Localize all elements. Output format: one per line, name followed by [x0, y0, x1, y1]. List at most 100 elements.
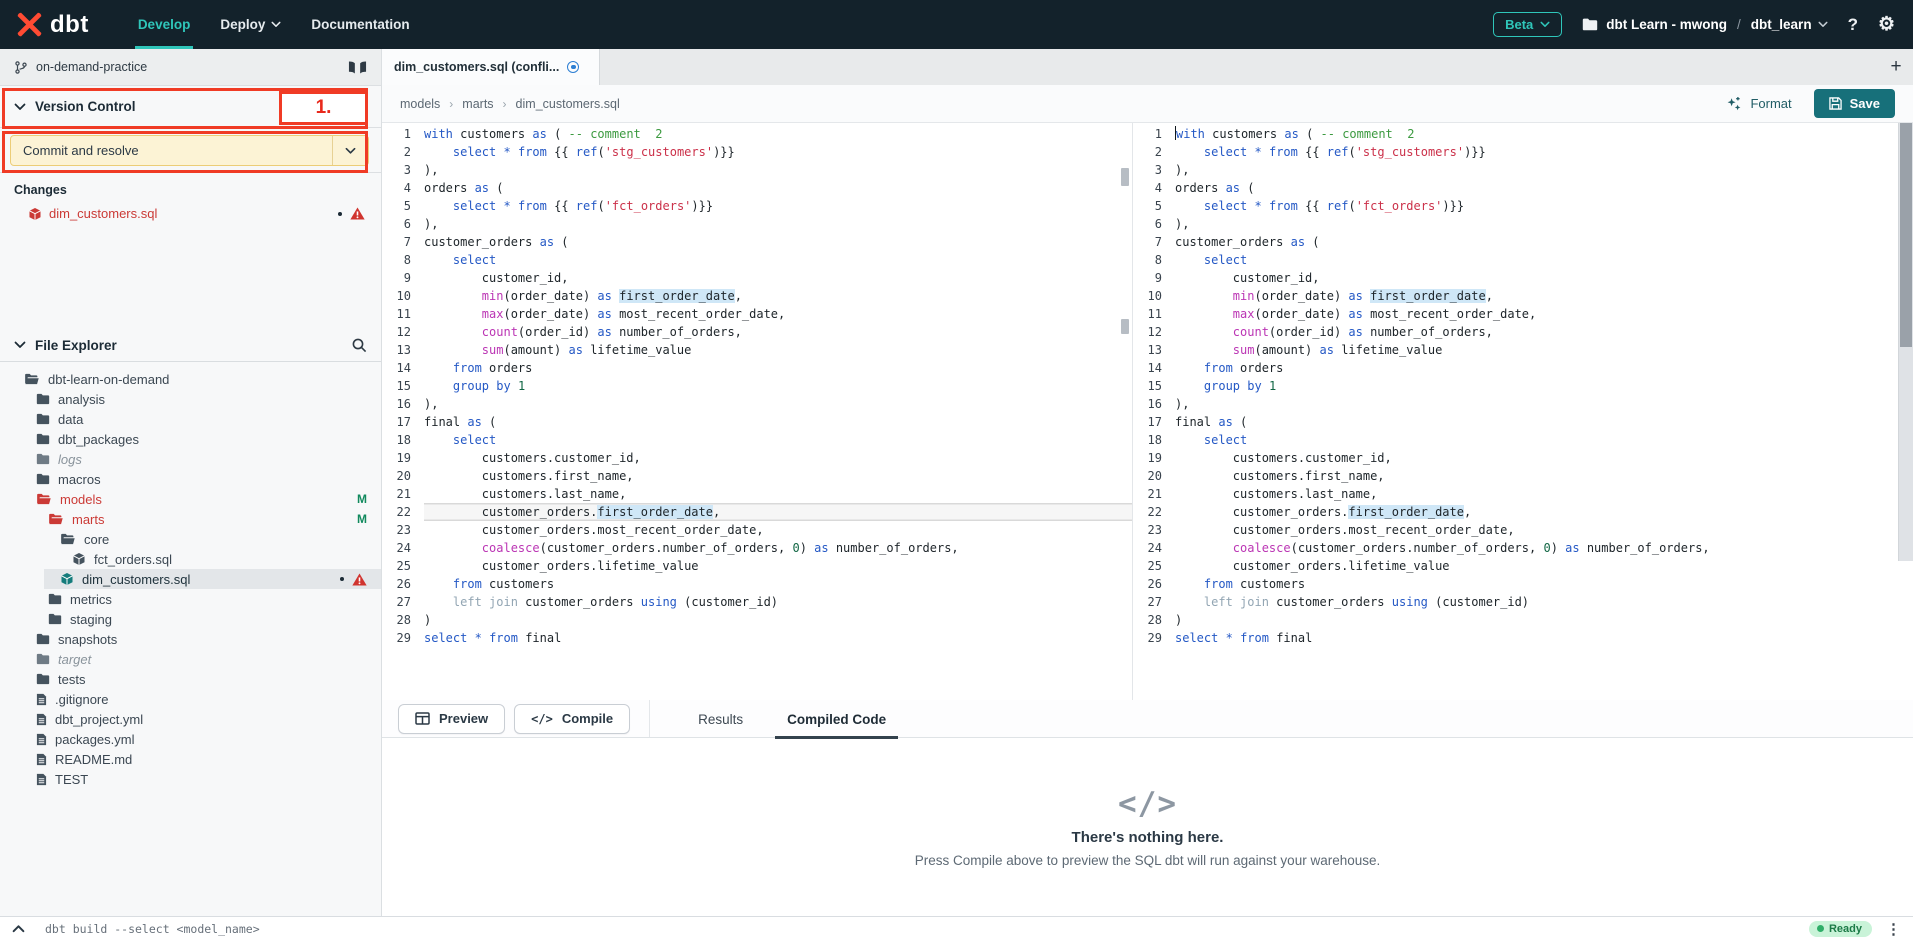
tree-item-core[interactable]: core	[0, 529, 381, 549]
breadcrumb-segment[interactable]: marts	[462, 97, 493, 111]
line-number: 3	[1133, 161, 1175, 179]
code-line: 11 max(order_date) as most_recent_order_…	[1133, 305, 1913, 323]
tree-item-label: macros	[58, 472, 101, 487]
tree-item-dim-customers-sql[interactable]: dim_customers.sql	[0, 569, 381, 589]
nav-deploy[interactable]: Deploy	[205, 0, 296, 49]
scrollbar-right[interactable]	[1898, 123, 1913, 561]
preview-button[interactable]: Preview	[398, 704, 505, 734]
overflow-menu-icon[interactable]: ⋮	[1886, 920, 1901, 938]
line-number: 15	[382, 377, 424, 395]
chevron-up-icon[interactable]	[12, 924, 25, 933]
search-icon[interactable]	[351, 337, 367, 353]
cli-command-input[interactable]: dbt build --select <model_name>	[45, 922, 260, 936]
tree-item-target[interactable]: target	[0, 649, 381, 669]
dbt-logo[interactable]: dbt	[16, 11, 89, 39]
chevron-right-icon: ›	[503, 97, 507, 111]
sidebar-splitter[interactable]	[0, 221, 381, 329]
settings-gear-icon[interactable]: ⚙	[1878, 13, 1895, 36]
compile-button[interactable]: </> Compile	[514, 704, 630, 734]
folder-icon	[1582, 18, 1598, 31]
tree-item--gitignore[interactable]: .gitignore	[0, 689, 381, 709]
tree-item-test[interactable]: TEST	[0, 769, 381, 789]
docs-book-icon[interactable]	[348, 60, 367, 75]
folder-icon	[36, 413, 50, 425]
branch-name[interactable]: on-demand-practice	[36, 60, 147, 74]
line-number: 12	[382, 323, 424, 341]
folder-open-icon	[60, 533, 76, 545]
account-name[interactable]: dbt Learn - mwong	[1606, 17, 1727, 32]
beta-dropdown[interactable]: Beta	[1493, 12, 1562, 37]
code-line: 17final as (	[382, 413, 1132, 431]
tree-item-packages-yml[interactable]: packages.yml	[0, 729, 381, 749]
code-line: 1with customers as ( -- comment 2	[382, 125, 1132, 143]
format-button[interactable]: Format	[1726, 96, 1791, 112]
navbar-right: Beta dbt Learn - mwong / dbt_learn ? ⚙	[1493, 12, 1895, 37]
code-line: 4orders as (	[382, 179, 1132, 197]
line-number: 16	[1133, 395, 1175, 413]
code-editor-right[interactable]: 1with customers as ( -- comment 22 selec…	[1133, 123, 1913, 700]
code-line: 7customer_orders as (	[1133, 233, 1913, 251]
tree-item-fct-orders-sql[interactable]: fct_orders.sql	[0, 549, 381, 569]
tree-item-analysis[interactable]: analysis	[0, 389, 381, 409]
tree-item-label: data	[58, 412, 83, 427]
commit-dropdown-toggle[interactable]	[332, 136, 368, 165]
tree-item-dbt-project-yml[interactable]: dbt_project.yml	[0, 709, 381, 729]
line-number: 11	[382, 305, 424, 323]
code-line: 28)	[1133, 611, 1913, 629]
code-line: 2 select * from {{ ref('stg_customers')}…	[382, 143, 1132, 161]
commit-and-resolve-button[interactable]: Commit and resolve	[10, 135, 369, 166]
tree-item-label: logs	[58, 452, 82, 467]
save-button[interactable]: Save	[1814, 89, 1895, 118]
scroll-mark	[1121, 319, 1129, 334]
tree-item-models[interactable]: modelsM	[0, 489, 381, 509]
scrollbar-thumb[interactable]	[1900, 123, 1912, 347]
line-number: 4	[382, 179, 424, 197]
tab-results[interactable]: Results	[676, 700, 765, 738]
file-explorer-header[interactable]: File Explorer	[0, 329, 381, 362]
code-line: 6),	[1133, 215, 1913, 233]
breadcrumb-segment[interactable]: models	[400, 97, 440, 111]
tree-item-data[interactable]: data	[0, 409, 381, 429]
tree-item-macros[interactable]: macros	[0, 469, 381, 489]
tab-dim-customers[interactable]: dim_customers.sql (confli...	[382, 49, 600, 85]
tab-title: dim_customers.sql (confli...	[394, 60, 559, 74]
breadcrumb-segment[interactable]: dim_customers.sql	[516, 97, 620, 111]
scrollbar-left-overview[interactable]	[1119, 123, 1131, 700]
tree-item-dbt-learn-on-demand[interactable]: dbt-learn-on-demand	[0, 369, 381, 389]
tree-item-snapshots[interactable]: snapshots	[0, 629, 381, 649]
changed-file-row[interactable]: dim_customers.sql	[28, 206, 367, 221]
code-line: 9 customer_id,	[382, 269, 1132, 287]
help-icon[interactable]: ?	[1848, 15, 1858, 35]
line-number: 28	[382, 611, 424, 629]
tab-compiled-code[interactable]: Compiled Code	[765, 700, 908, 738]
line-number: 18	[382, 431, 424, 449]
main-nav: DevelopDeployDocumentation	[123, 0, 425, 49]
line-number: 15	[1133, 377, 1175, 395]
code-line: 2 select * from {{ ref('stg_customers')}…	[1133, 143, 1913, 161]
line-number: 8	[382, 251, 424, 269]
bottom-toolbar: Preview </> Compile ResultsCompiled Code	[382, 700, 1913, 738]
status-bar: dbt build --select <model_name> Ready ⋮	[0, 916, 1913, 940]
results-tabs: ResultsCompiled Code	[676, 700, 908, 737]
line-number: 23	[1133, 521, 1175, 539]
tree-item-tests[interactable]: tests	[0, 669, 381, 689]
code-icon: </>	[531, 712, 553, 726]
tree-item-marts[interactable]: martsM	[0, 509, 381, 529]
tree-item-label: tests	[58, 672, 85, 687]
new-tab-plus-icon[interactable]: +	[1879, 49, 1913, 85]
tree-item-logs[interactable]: logs	[0, 449, 381, 469]
nav-develop[interactable]: Develop	[123, 0, 206, 49]
line-number: 19	[1133, 449, 1175, 467]
code-line: 23 customer_orders.most_recent_order_dat…	[1133, 521, 1913, 539]
tree-item-metrics[interactable]: metrics	[0, 589, 381, 609]
tree-item-dbt-packages[interactable]: dbt_packages	[0, 429, 381, 449]
project-dropdown[interactable]: dbt_learn	[1751, 17, 1828, 32]
line-number: 24	[1133, 539, 1175, 557]
nav-documentation[interactable]: Documentation	[296, 0, 424, 49]
code-line: 14 from orders	[382, 359, 1132, 377]
code-editor-left[interactable]: 1with customers as ( -- comment 22 selec…	[382, 123, 1133, 700]
breadcrumb-bar: models›marts›dim_customers.sql Format Sa…	[382, 85, 1913, 123]
line-number: 7	[382, 233, 424, 251]
tree-item-staging[interactable]: staging	[0, 609, 381, 629]
tree-item-readme-md[interactable]: README.md	[0, 749, 381, 769]
